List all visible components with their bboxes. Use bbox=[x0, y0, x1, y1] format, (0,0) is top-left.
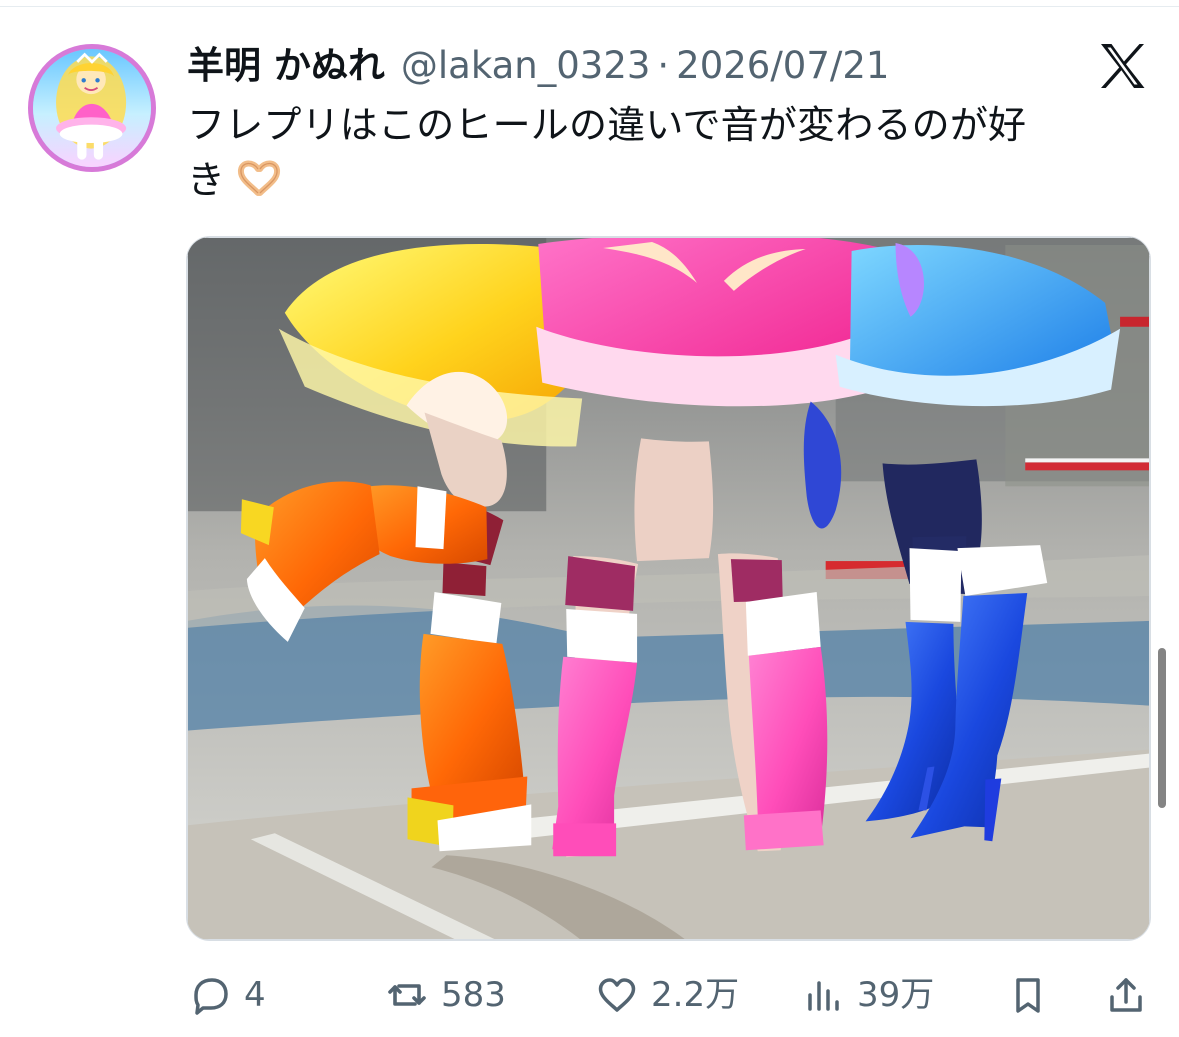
tweet-text-line-2-text: き bbox=[187, 158, 226, 202]
top-divider bbox=[0, 6, 1179, 7]
cosplay-photo bbox=[187, 237, 1150, 940]
views-button[interactable]: 39万 bbox=[801, 968, 934, 1022]
tweet-text-line-2: き bbox=[187, 153, 1141, 208]
tweet-text-line-1: フレプリはこのヒールの違いで音が変わるのが好 bbox=[187, 103, 1027, 147]
retweet-icon-svg bbox=[388, 984, 426, 1006]
avatar[interactable] bbox=[28, 44, 156, 172]
reply-count: 4 bbox=[244, 975, 266, 1015]
bookmark-icon bbox=[1006, 973, 1050, 1017]
tweet-date[interactable]: 2026/07/21 bbox=[676, 40, 889, 92]
user-handle[interactable]: @lakan_0323 bbox=[401, 40, 651, 92]
vertical-scrollbar[interactable] bbox=[1158, 648, 1166, 808]
reply-button[interactable]: 4 bbox=[188, 968, 266, 1022]
heart-hands-svg bbox=[238, 160, 281, 196]
header-separator: · bbox=[657, 44, 670, 87]
bar-chart-icon-svg bbox=[808, 981, 839, 1011]
retweet-icon bbox=[385, 973, 429, 1017]
bar-chart-icon bbox=[801, 973, 845, 1017]
tweet-header: 羊明 かぬれ @lakan_0323 · 2026/07/21 bbox=[187, 40, 1047, 92]
tweet-media-image[interactable] bbox=[186, 236, 1151, 941]
share-icon bbox=[1104, 973, 1148, 1017]
share-icon-svg bbox=[1110, 978, 1142, 1012]
heart-hands-emoji bbox=[237, 157, 281, 196]
like-count: 2.2万 bbox=[651, 975, 740, 1015]
bookmark-icon-svg bbox=[1016, 978, 1040, 1013]
tweet-text: フレプリはこのヒールの違いで音が変わるのが好 き bbox=[187, 98, 1141, 208]
view-count: 39万 bbox=[857, 975, 935, 1015]
tweet-actions: 4 583 2.2万 39万 bbox=[188, 968, 1148, 1022]
retweet-button[interactable]: 583 bbox=[385, 968, 506, 1022]
heart-icon bbox=[595, 973, 639, 1017]
x-logo-svg bbox=[1101, 44, 1145, 88]
x-logo-icon[interactable] bbox=[1094, 38, 1150, 94]
bookmark-button[interactable] bbox=[1006, 968, 1050, 1022]
reply-icon-svg bbox=[194, 978, 228, 1015]
retweet-count: 583 bbox=[441, 975, 506, 1015]
display-name[interactable]: 羊明 かぬれ bbox=[187, 40, 385, 92]
share-button[interactable] bbox=[1104, 968, 1148, 1022]
heart-icon-svg bbox=[598, 978, 636, 1012]
reply-icon bbox=[188, 973, 232, 1017]
like-button[interactable]: 2.2万 bbox=[595, 968, 739, 1022]
avatar-image bbox=[33, 49, 151, 167]
